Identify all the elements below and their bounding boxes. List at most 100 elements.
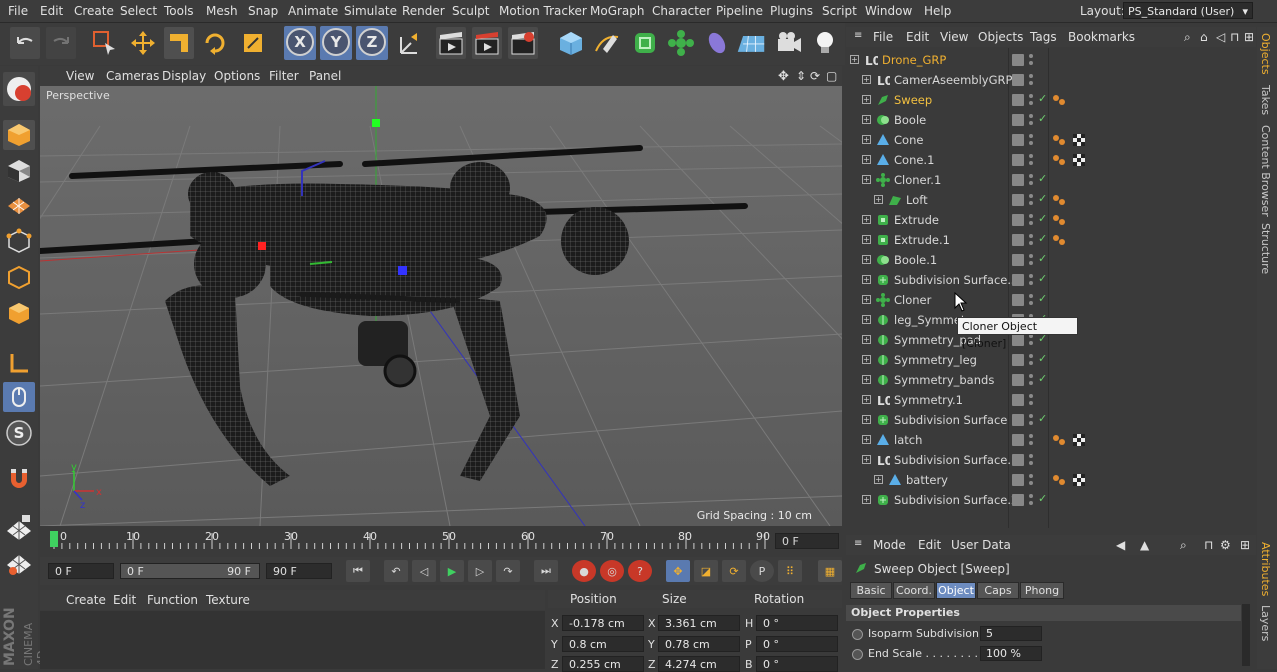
- visibility-dots-icon[interactable]: [1028, 253, 1034, 267]
- layer-toggle-icon[interactable]: [1012, 114, 1024, 126]
- layer-toggle-icon[interactable]: [1012, 194, 1024, 206]
- menu-edit[interactable]: Edit: [40, 4, 63, 18]
- new-panel-icon[interactable]: ⊞: [1240, 538, 1250, 552]
- animate-radio[interactable]: [852, 629, 863, 640]
- lock-icon[interactable]: ⊓: [1204, 538, 1213, 552]
- attr-tab-object[interactable]: Object: [936, 582, 976, 599]
- enabled-check-icon[interactable]: ✓: [1038, 232, 1047, 245]
- object-row[interactable]: + L0 Subdivision Surface.1: [846, 450, 1256, 470]
- layout-dropdown[interactable]: PS_Standard (User) ▾: [1123, 2, 1253, 19]
- layer-toggle-icon[interactable]: [1012, 274, 1024, 286]
- expand-toggle[interactable]: +: [862, 215, 871, 224]
- viewport-maximize-icon[interactable]: ▢: [826, 69, 837, 83]
- visibility-dots-icon[interactable]: [1028, 413, 1034, 427]
- menu-animate[interactable]: Animate: [288, 4, 338, 18]
- timeline-window-button[interactable]: ▦: [818, 560, 842, 582]
- menu-mograph[interactable]: MoGraph: [590, 4, 645, 18]
- recent-tool-button[interactable]: [238, 27, 268, 59]
- visibility-dots-icon[interactable]: [1028, 493, 1034, 507]
- z-axis-lock-button[interactable]: Z: [358, 28, 386, 56]
- object-row[interactable]: + Subdivision Surface.2 ✓: [846, 490, 1256, 510]
- enabled-check-icon[interactable]: ✓: [1038, 192, 1047, 205]
- phong-tag-icon[interactable]: [1052, 233, 1066, 247]
- expand-toggle[interactable]: +: [862, 435, 871, 444]
- object-row[interactable]: + Boole ✓: [846, 110, 1256, 130]
- menu-select[interactable]: Select: [120, 4, 157, 18]
- visibility-dots-icon[interactable]: [1028, 233, 1034, 247]
- enabled-check-icon[interactable]: ✓: [1038, 292, 1047, 305]
- enabled-check-icon[interactable]: ✓: [1038, 212, 1047, 225]
- rotation-h-field[interactable]: 0 °: [756, 615, 838, 631]
- enabled-check-icon[interactable]: ✓: [1038, 172, 1047, 185]
- tab-attributes[interactable]: Attributes: [1259, 542, 1272, 596]
- layer-toggle-icon[interactable]: [1012, 134, 1024, 146]
- previous-frame-button[interactable]: ◁: [412, 560, 436, 582]
- menu-create[interactable]: Create: [74, 4, 114, 18]
- object-row[interactable]: + Subdivision Surface.3 ✓: [846, 270, 1256, 290]
- material-manager-area[interactable]: [40, 611, 545, 669]
- live-selection-button[interactable]: [90, 27, 120, 59]
- attr-menu-mode[interactable]: Mode: [873, 538, 906, 552]
- expand-toggle[interactable]: +: [862, 155, 871, 164]
- menu-script[interactable]: Script: [822, 4, 857, 18]
- end-scale-field[interactable]: 100 %: [980, 646, 1042, 661]
- phong-tag-icon[interactable]: [1052, 133, 1066, 147]
- object-row[interactable]: + Symmetry_bands ✓: [846, 370, 1256, 390]
- viewport-nav-zoom-icon[interactable]: ⇕: [796, 69, 806, 83]
- expand-toggle[interactable]: +: [862, 95, 871, 104]
- expand-toggle[interactable]: +: [862, 375, 871, 384]
- tab-layers[interactable]: Layers: [1259, 605, 1272, 641]
- expand-toggle[interactable]: +: [850, 55, 859, 64]
- expand-toggle[interactable]: +: [862, 255, 871, 264]
- render-to-picture-viewer-button[interactable]: [472, 27, 502, 59]
- attr-menu-edit[interactable]: Edit: [918, 538, 941, 552]
- layer-toggle-icon[interactable]: [1012, 154, 1024, 166]
- position-y-field[interactable]: 0.8 cm: [562, 636, 644, 652]
- material-menu-texture[interactable]: Texture: [206, 593, 250, 607]
- menu-snap[interactable]: Snap: [248, 4, 278, 18]
- om-menu-objects[interactable]: Objects: [978, 30, 1023, 44]
- object-row[interactable]: + L0 Symmetry.1: [846, 390, 1256, 410]
- search-icon[interactable]: ⌕: [1184, 30, 1191, 45]
- texture-mode-button[interactable]: [3, 156, 35, 186]
- object-row[interactable]: + Subdivision Surface ✓: [846, 410, 1256, 430]
- workplane-mode-button[interactable]: [3, 188, 35, 218]
- visibility-dots-icon[interactable]: [1028, 53, 1034, 67]
- render-settings-button[interactable]: [508, 27, 538, 59]
- record-keys-button[interactable]: ●: [572, 560, 596, 582]
- up-arrow-icon[interactable]: ▲: [1140, 538, 1149, 552]
- enabled-check-icon[interactable]: ✓: [1038, 92, 1047, 105]
- visibility-dots-icon[interactable]: [1028, 353, 1034, 367]
- visibility-dots-icon[interactable]: [1028, 173, 1034, 187]
- object-row[interactable]: + L0 CamerAseemblyGRP: [846, 70, 1256, 90]
- enable-axis-button[interactable]: [3, 348, 35, 378]
- om-menu-edit[interactable]: Edit: [906, 30, 929, 44]
- key-position-toggle[interactable]: ✥: [666, 560, 690, 582]
- snapping-button[interactable]: S: [3, 418, 35, 448]
- visibility-dots-icon[interactable]: [1028, 453, 1034, 467]
- enabled-check-icon[interactable]: ✓: [1038, 492, 1047, 505]
- expand-toggle[interactable]: +: [862, 115, 871, 124]
- menu-help[interactable]: Help: [924, 4, 951, 18]
- layer-toggle-icon[interactable]: [1012, 474, 1024, 486]
- key-rotation-toggle[interactable]: ⟳: [722, 560, 746, 582]
- back-arrow-icon[interactable]: ◀: [1116, 538, 1125, 552]
- isoparm-subdivision-field[interactable]: 5: [980, 626, 1042, 641]
- enabled-check-icon[interactable]: ✓: [1038, 352, 1047, 365]
- layer-toggle-icon[interactable]: [1012, 174, 1024, 186]
- tab-structure[interactable]: Structure: [1259, 223, 1272, 274]
- x-axis-lock-button[interactable]: X: [286, 28, 314, 56]
- position-x-field[interactable]: -0.178 cm: [562, 615, 644, 631]
- size-x-field[interactable]: 3.361 cm: [658, 615, 740, 631]
- rotate-tool-button[interactable]: [200, 27, 230, 59]
- phong-tag-icon[interactable]: [1052, 473, 1066, 487]
- scale-tool-button[interactable]: [164, 27, 194, 59]
- attr-tab-phong[interactable]: Phong: [1020, 582, 1064, 599]
- menu-character[interactable]: Character: [652, 4, 711, 18]
- add-deformer-button[interactable]: [702, 27, 732, 59]
- next-key-button[interactable]: ↷: [496, 560, 520, 582]
- visibility-dots-icon[interactable]: [1028, 393, 1034, 407]
- visibility-dots-icon[interactable]: [1028, 273, 1034, 287]
- object-row[interactable]: + Cone: [846, 130, 1256, 150]
- layer-toggle-icon[interactable]: [1012, 334, 1024, 346]
